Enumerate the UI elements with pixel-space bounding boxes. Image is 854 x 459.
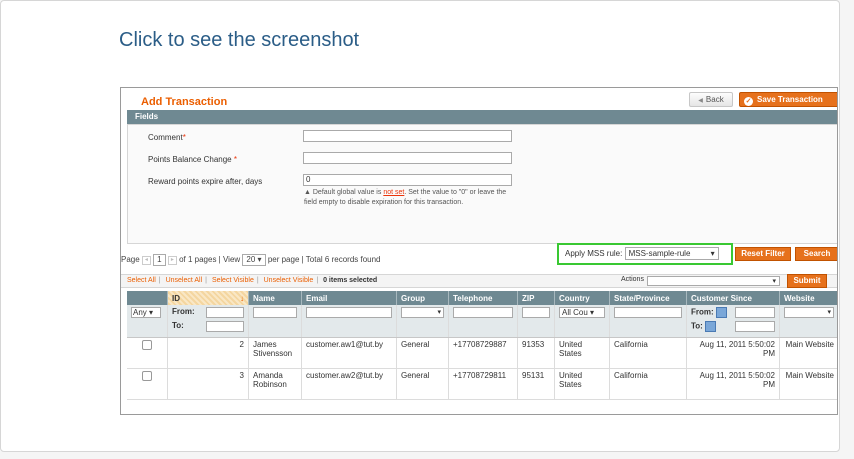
customers-grid: ID ↓ Name Email Group Telephone ZIP Count…: [127, 291, 837, 400]
website-filter[interactable]: ▾: [784, 307, 834, 318]
not-set-link[interactable]: not set: [383, 189, 404, 196]
cell-id: 3: [167, 368, 249, 400]
view-select[interactable]: 20 ▾: [242, 254, 266, 266]
reset-filter-button[interactable]: Reset Filter: [735, 247, 791, 261]
next-page-icon[interactable]: ▸: [167, 255, 177, 265]
expire-note: ▲ Default global value is not set. Set t…: [304, 189, 507, 206]
chevron-down-icon: ▾: [772, 278, 776, 285]
table-row[interactable]: 3 Amanda Robinson customer.aw2@tut.by Ge…: [127, 368, 837, 400]
cell-telephone: +17708729811: [448, 368, 518, 400]
cell-name: James Stivensson: [248, 337, 302, 369]
cell-state: California: [609, 337, 687, 369]
calendar-icon[interactable]: [715, 307, 727, 318]
any-select[interactable]: Any ▾: [131, 307, 161, 318]
per-page-label: per page: [267, 255, 300, 265]
prev-page-icon[interactable]: ◂: [141, 255, 151, 265]
comment-input[interactable]: [303, 130, 512, 142]
points-input[interactable]: [303, 152, 512, 164]
col-customer-since[interactable]: Customer Since: [686, 291, 780, 305]
unselect-visible-link[interactable]: Unselect Visible: [264, 277, 314, 284]
select-visible-link[interactable]: Select Visible: [212, 277, 254, 284]
cell-state: California: [609, 368, 687, 400]
cell-website: Main Website: [779, 368, 837, 400]
col-country[interactable]: Country: [554, 291, 610, 305]
telephone-filter[interactable]: [453, 307, 513, 318]
comment-label: Comment*: [148, 133, 186, 142]
id-from-label: From:: [172, 307, 195, 316]
actions-label: Actions: [621, 276, 644, 283]
name-filter[interactable]: [253, 307, 297, 318]
calendar-icon[interactable]: [705, 321, 717, 332]
since-from-input[interactable]: [735, 307, 775, 318]
col-state[interactable]: State/Province: [609, 291, 687, 305]
total-records: Total 6 records found: [305, 255, 381, 265]
since-from-label: From:: [691, 307, 714, 317]
email-filter[interactable]: [306, 307, 392, 318]
id-to-input[interactable]: [206, 321, 244, 332]
page-label: Page: [121, 255, 140, 265]
zip-filter[interactable]: [522, 307, 550, 318]
mss-rule-select[interactable]: MSS-sample-rule ▾: [624, 247, 719, 261]
col-id[interactable]: ID ↓: [167, 291, 249, 305]
cell-website: Main Website: [779, 337, 837, 369]
col-telephone[interactable]: Telephone: [448, 291, 518, 305]
search-button[interactable]: Search: [795, 247, 837, 261]
cell-zip: 91353: [517, 337, 555, 369]
cell-since: Aug 11, 2011 5:50:02 PM: [686, 337, 780, 369]
select-all-link[interactable]: Select All: [127, 277, 156, 284]
mss-rule-box: Apply MSS rule: MSS-sample-rule ▾: [557, 243, 733, 265]
country-filter[interactable]: All Cou ▾: [559, 307, 605, 318]
cell-name: Amanda Robinson: [248, 368, 302, 400]
fieldset-body: Comment* Points Balance Change * Reward …: [127, 124, 837, 244]
mss-label: Apply MSS rule:: [565, 249, 623, 258]
pager: Page ◂ 1 ▸ of 1 pages | View 20 ▾ per pa…: [121, 254, 381, 266]
actions-select[interactable]: ▾: [647, 276, 780, 286]
col-group[interactable]: Group: [396, 291, 449, 305]
id-to-label: To:: [172, 321, 184, 330]
chevron-down-icon: ▾: [710, 249, 715, 259]
screenshot-link[interactable]: Click to see the screenshot: [119, 29, 359, 52]
submit-button[interactable]: Submit: [787, 274, 827, 288]
cell-country: United States: [554, 337, 610, 369]
cell-email: customer.aw2@tut.by: [301, 368, 397, 400]
row-checkbox[interactable]: [142, 340, 152, 350]
group-filter[interactable]: ▾: [401, 307, 444, 318]
row-checkbox[interactable]: [142, 371, 152, 381]
of-pages: of 1 pages: [179, 255, 217, 265]
cell-country: United States: [554, 368, 610, 400]
cell-email: customer.aw1@tut.by: [301, 337, 397, 369]
since-to-input[interactable]: [735, 321, 775, 332]
id-from-input[interactable]: [206, 307, 244, 318]
grid-header: ID ↓ Name Email Group Telephone ZIP Count…: [127, 291, 837, 305]
col-zip[interactable]: ZIP: [517, 291, 555, 305]
cell-group: General: [396, 368, 449, 400]
cell-telephone: +17708729887: [448, 337, 518, 369]
col-name[interactable]: Name: [248, 291, 302, 305]
state-filter[interactable]: [614, 307, 682, 318]
page-input[interactable]: 1: [153, 254, 166, 266]
content-card: Click to see the screenshot Add Transact…: [0, 0, 840, 452]
fieldset-title: Fields: [127, 110, 837, 124]
view-label: View: [222, 255, 241, 265]
cell-group: General: [396, 337, 449, 369]
since-to-label: To:: [691, 321, 703, 331]
cell-zip: 95131: [517, 368, 555, 400]
points-label: Points Balance Change *: [148, 155, 237, 164]
selected-count: 0 items selected: [323, 277, 378, 284]
expire-input[interactable]: 0: [303, 174, 512, 186]
table-row[interactable]: 2 James Stivensson customer.aw1@tut.by G…: [127, 337, 837, 369]
col-website[interactable]: Website: [779, 291, 837, 305]
cell-id: 2: [167, 337, 249, 369]
expire-label: Reward points expire after, days: [148, 177, 263, 186]
col-email[interactable]: Email: [301, 291, 397, 305]
cell-since: Aug 11, 2011 5:50:02 PM: [686, 368, 780, 400]
embedded-screenshot[interactable]: Add Transaction ◀ Back ✓ Save Transaction …: [120, 87, 838, 415]
sort-down-icon: ↓: [240, 293, 244, 303]
filter-row: Any ▾ From: To: ▾ All Cou ▾ From: To: ▾: [127, 305, 837, 338]
unselect-all-link[interactable]: Unselect All: [166, 277, 203, 284]
